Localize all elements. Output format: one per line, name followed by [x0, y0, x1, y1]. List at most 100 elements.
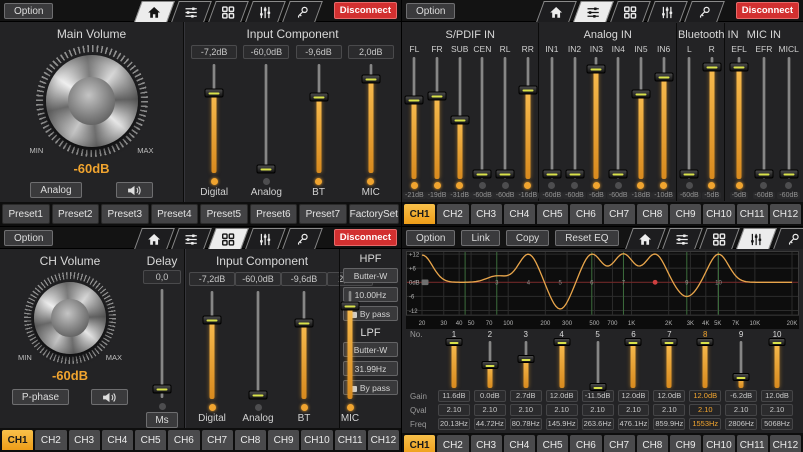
tab-mixer[interactable]: [171, 228, 212, 249]
slider-handle[interactable]: [754, 170, 773, 179]
option-button[interactable]: Option: [4, 230, 53, 246]
eq-gain-value[interactable]: 0.0dB: [474, 390, 506, 402]
slider-handle[interactable]: [309, 92, 328, 101]
eq-band-slider[interactable]: [591, 341, 605, 388]
slider-handle[interactable]: [450, 116, 469, 125]
option-button[interactable]: Option: [406, 3, 455, 19]
ch-tab-ch3[interactable]: CH3: [69, 430, 100, 450]
tab-home[interactable]: [536, 1, 577, 22]
eq-qval-value[interactable]: 2.10: [725, 404, 757, 416]
channel-level-slider[interactable]: [611, 57, 625, 179]
slider-handle[interactable]: [481, 361, 498, 369]
ch-tab-ch4[interactable]: CH4: [504, 204, 535, 224]
preset-button-preset6[interactable]: Preset6: [250, 204, 298, 224]
tab-key[interactable]: [282, 228, 323, 249]
slider-handle[interactable]: [405, 95, 424, 104]
ch-tab-ch10[interactable]: CH10: [301, 430, 332, 450]
eq-gain-value[interactable]: 12.0dB: [618, 390, 650, 402]
ch-tab-ch10[interactable]: CH10: [703, 435, 734, 452]
channel-level-slider[interactable]: [657, 57, 671, 179]
slider-handle[interactable]: [203, 315, 222, 324]
ch-tab-ch9[interactable]: CH9: [670, 435, 701, 452]
option-button[interactable]: Option: [4, 3, 53, 19]
input-gain-value[interactable]: -60,0dB: [235, 272, 281, 286]
ch-tab-ch7[interactable]: CH7: [604, 204, 635, 224]
ch-tab-ch3[interactable]: CH3: [471, 204, 502, 224]
eq-band-slider[interactable]: [734, 341, 748, 388]
eq-qval-value[interactable]: 2.10: [546, 404, 578, 416]
slider-handle[interactable]: [153, 385, 172, 394]
ch-tab-ch10[interactable]: CH10: [703, 204, 734, 224]
ch-tab-ch12[interactable]: CH12: [770, 204, 801, 224]
ch-tab-ch1[interactable]: CH1: [2, 430, 33, 450]
eq-qval-value[interactable]: 2.10: [510, 404, 542, 416]
eq-band-slider[interactable]: [555, 341, 569, 388]
ch-tab-ch2[interactable]: CH2: [437, 435, 468, 452]
tab-home[interactable]: [625, 228, 666, 249]
eq-band-slider[interactable]: [698, 341, 712, 388]
analog-source-button[interactable]: Analog: [30, 182, 81, 198]
slider-handle[interactable]: [631, 89, 650, 98]
channel-level-slider[interactable]: [407, 57, 421, 179]
channel-level-slider[interactable]: [589, 57, 603, 179]
ch-tab-ch7[interactable]: CH7: [604, 435, 635, 452]
ms-unit-button[interactable]: Ms: [146, 412, 177, 428]
slider-handle[interactable]: [361, 75, 380, 84]
reset-eq-button[interactable]: Reset EQ: [555, 230, 618, 246]
eq-freq-value[interactable]: 1553Hz: [689, 418, 721, 430]
channel-level-slider[interactable]: [430, 57, 444, 179]
slider-handle[interactable]: [625, 338, 642, 346]
input-gain-slider[interactable]: [311, 64, 327, 173]
eq-curve-graph[interactable]: 34567910+12+60dB-6-122030405070100200300…: [406, 251, 799, 329]
slider-handle[interactable]: [609, 170, 628, 179]
slider-handle[interactable]: [249, 390, 268, 399]
slider-handle[interactable]: [518, 85, 537, 94]
input-gain-slider[interactable]: [258, 64, 274, 173]
tab-grid[interactable]: [208, 228, 249, 249]
tab-eq[interactable]: [245, 1, 286, 22]
eq-gain-value[interactable]: 12.0dB: [653, 390, 685, 402]
input-gain-value[interactable]: 2,0dB: [348, 45, 394, 59]
option-button[interactable]: Option: [406, 230, 455, 246]
eq-qval-value[interactable]: 2.10: [653, 404, 685, 416]
channel-level-slider[interactable]: [498, 57, 512, 179]
disconnect-button[interactable]: Disconnect: [334, 229, 397, 246]
slider-handle[interactable]: [542, 170, 561, 179]
preset-button-preset2[interactable]: Preset2: [52, 204, 100, 224]
eq-gain-value[interactable]: 12.0dB: [761, 390, 793, 402]
ch-tab-ch12[interactable]: CH12: [770, 435, 801, 452]
tab-home[interactable]: [134, 228, 175, 249]
slider-handle[interactable]: [661, 338, 678, 346]
ch-tab-ch5[interactable]: CH5: [537, 204, 568, 224]
eq-freq-value[interactable]: 263.6Hz: [582, 418, 614, 430]
input-gain-slider[interactable]: [342, 291, 358, 399]
ch-tab-ch8[interactable]: CH8: [637, 435, 668, 452]
ch-tab-ch3[interactable]: CH3: [471, 435, 502, 452]
ch-tab-ch9[interactable]: CH9: [670, 204, 701, 224]
preset-button-preset3[interactable]: Preset3: [101, 204, 149, 224]
eq-band-slider[interactable]: [519, 341, 533, 388]
ch-tab-ch1[interactable]: CH1: [404, 204, 435, 224]
channel-level-slider[interactable]: [682, 57, 696, 179]
input-gain-slider[interactable]: [206, 64, 222, 173]
link-button[interactable]: Link: [461, 230, 499, 246]
disconnect-button[interactable]: Disconnect: [334, 2, 397, 19]
eq-freq-value[interactable]: 80.78Hz: [510, 418, 542, 430]
eq-freq-value[interactable]: 145.9Hz: [546, 418, 578, 430]
ch-tab-ch5[interactable]: CH5: [135, 430, 166, 450]
tab-mixer[interactable]: [573, 1, 614, 22]
channel-level-slider[interactable]: [568, 57, 582, 179]
slider-handle[interactable]: [428, 91, 447, 100]
channel-level-slider[interactable]: [757, 57, 771, 179]
copy-button[interactable]: Copy: [506, 230, 549, 246]
slider-handle[interactable]: [517, 355, 534, 363]
tab-grid[interactable]: [208, 1, 249, 22]
ch-tab-ch2[interactable]: CH2: [35, 430, 66, 450]
slider-handle[interactable]: [769, 338, 786, 346]
eq-freq-value[interactable]: 44.72Hz: [474, 418, 506, 430]
eq-gain-value[interactable]: 12.0dB: [546, 390, 578, 402]
ch-tab-ch4[interactable]: CH4: [504, 435, 535, 452]
channel-level-slider[interactable]: [782, 57, 796, 179]
slider-handle[interactable]: [496, 170, 515, 179]
ch-tab-ch6[interactable]: CH6: [570, 435, 601, 452]
